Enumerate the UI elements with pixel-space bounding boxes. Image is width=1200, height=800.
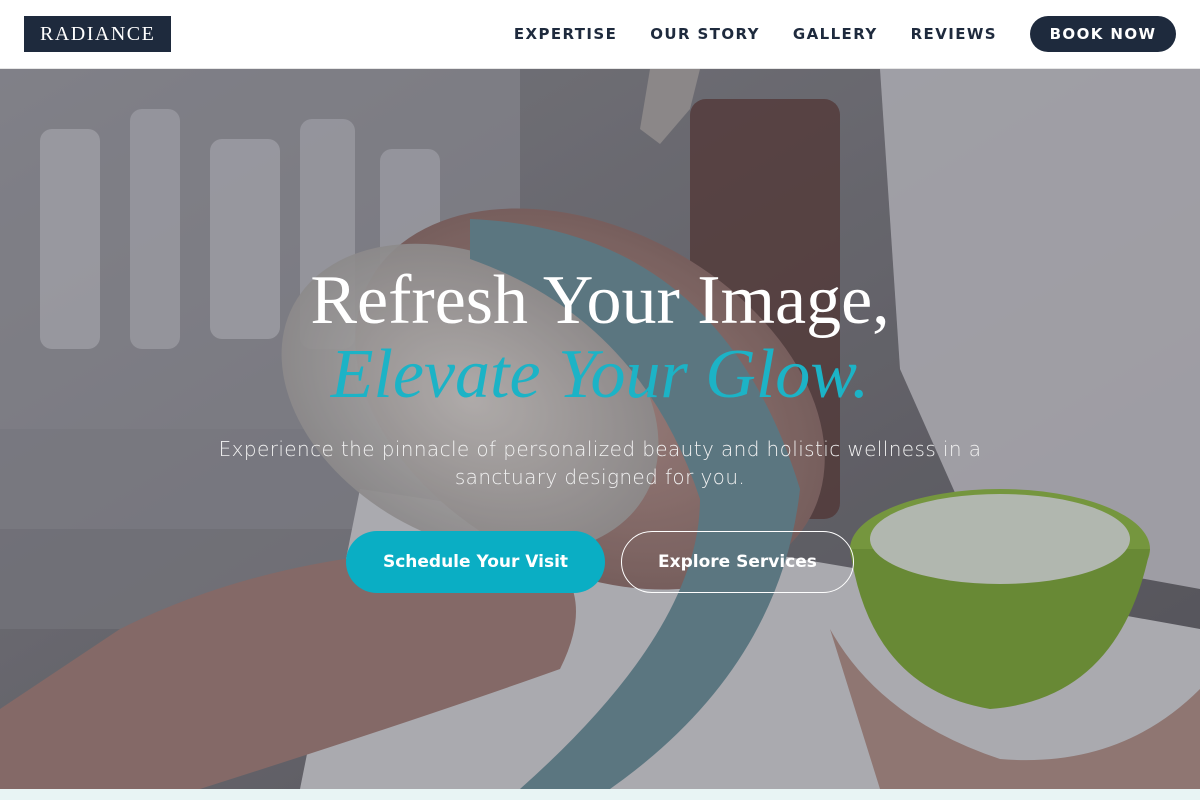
nav-link-our-story[interactable]: OUR STORY bbox=[650, 25, 760, 43]
hero-subtitle: Experience the pinnacle of personalized … bbox=[218, 437, 982, 489]
nav-link-gallery[interactable]: GALLERY bbox=[793, 25, 878, 43]
section-divider bbox=[0, 789, 1200, 800]
nav-link-reviews[interactable]: REVIEWS bbox=[911, 25, 997, 43]
hero-section: Refresh Your Image, Elevate Your Glow. E… bbox=[0, 69, 1200, 789]
hero-content: Refresh Your Image, Elevate Your Glow. E… bbox=[0, 69, 1200, 789]
hero-title-accent: Elevate Your Glow. bbox=[330, 336, 870, 413]
nav-link-expertise[interactable]: EXPERTISE bbox=[514, 25, 617, 43]
schedule-visit-button[interactable]: Schedule Your Visit bbox=[346, 531, 605, 593]
site-header: RADIANCE EXPERTISE OUR STORY GALLERY REV… bbox=[0, 0, 1200, 69]
brand-logo[interactable]: RADIANCE bbox=[24, 16, 172, 52]
hero-actions: Schedule Your Visit Explore Services bbox=[346, 531, 854, 593]
book-now-button[interactable]: BOOK NOW bbox=[1030, 16, 1176, 52]
main-nav: EXPERTISE OUR STORY GALLERY REVIEWS BOOK… bbox=[514, 16, 1176, 52]
explore-services-button[interactable]: Explore Services bbox=[621, 531, 854, 593]
hero-title: Refresh Your Image, bbox=[310, 262, 890, 339]
